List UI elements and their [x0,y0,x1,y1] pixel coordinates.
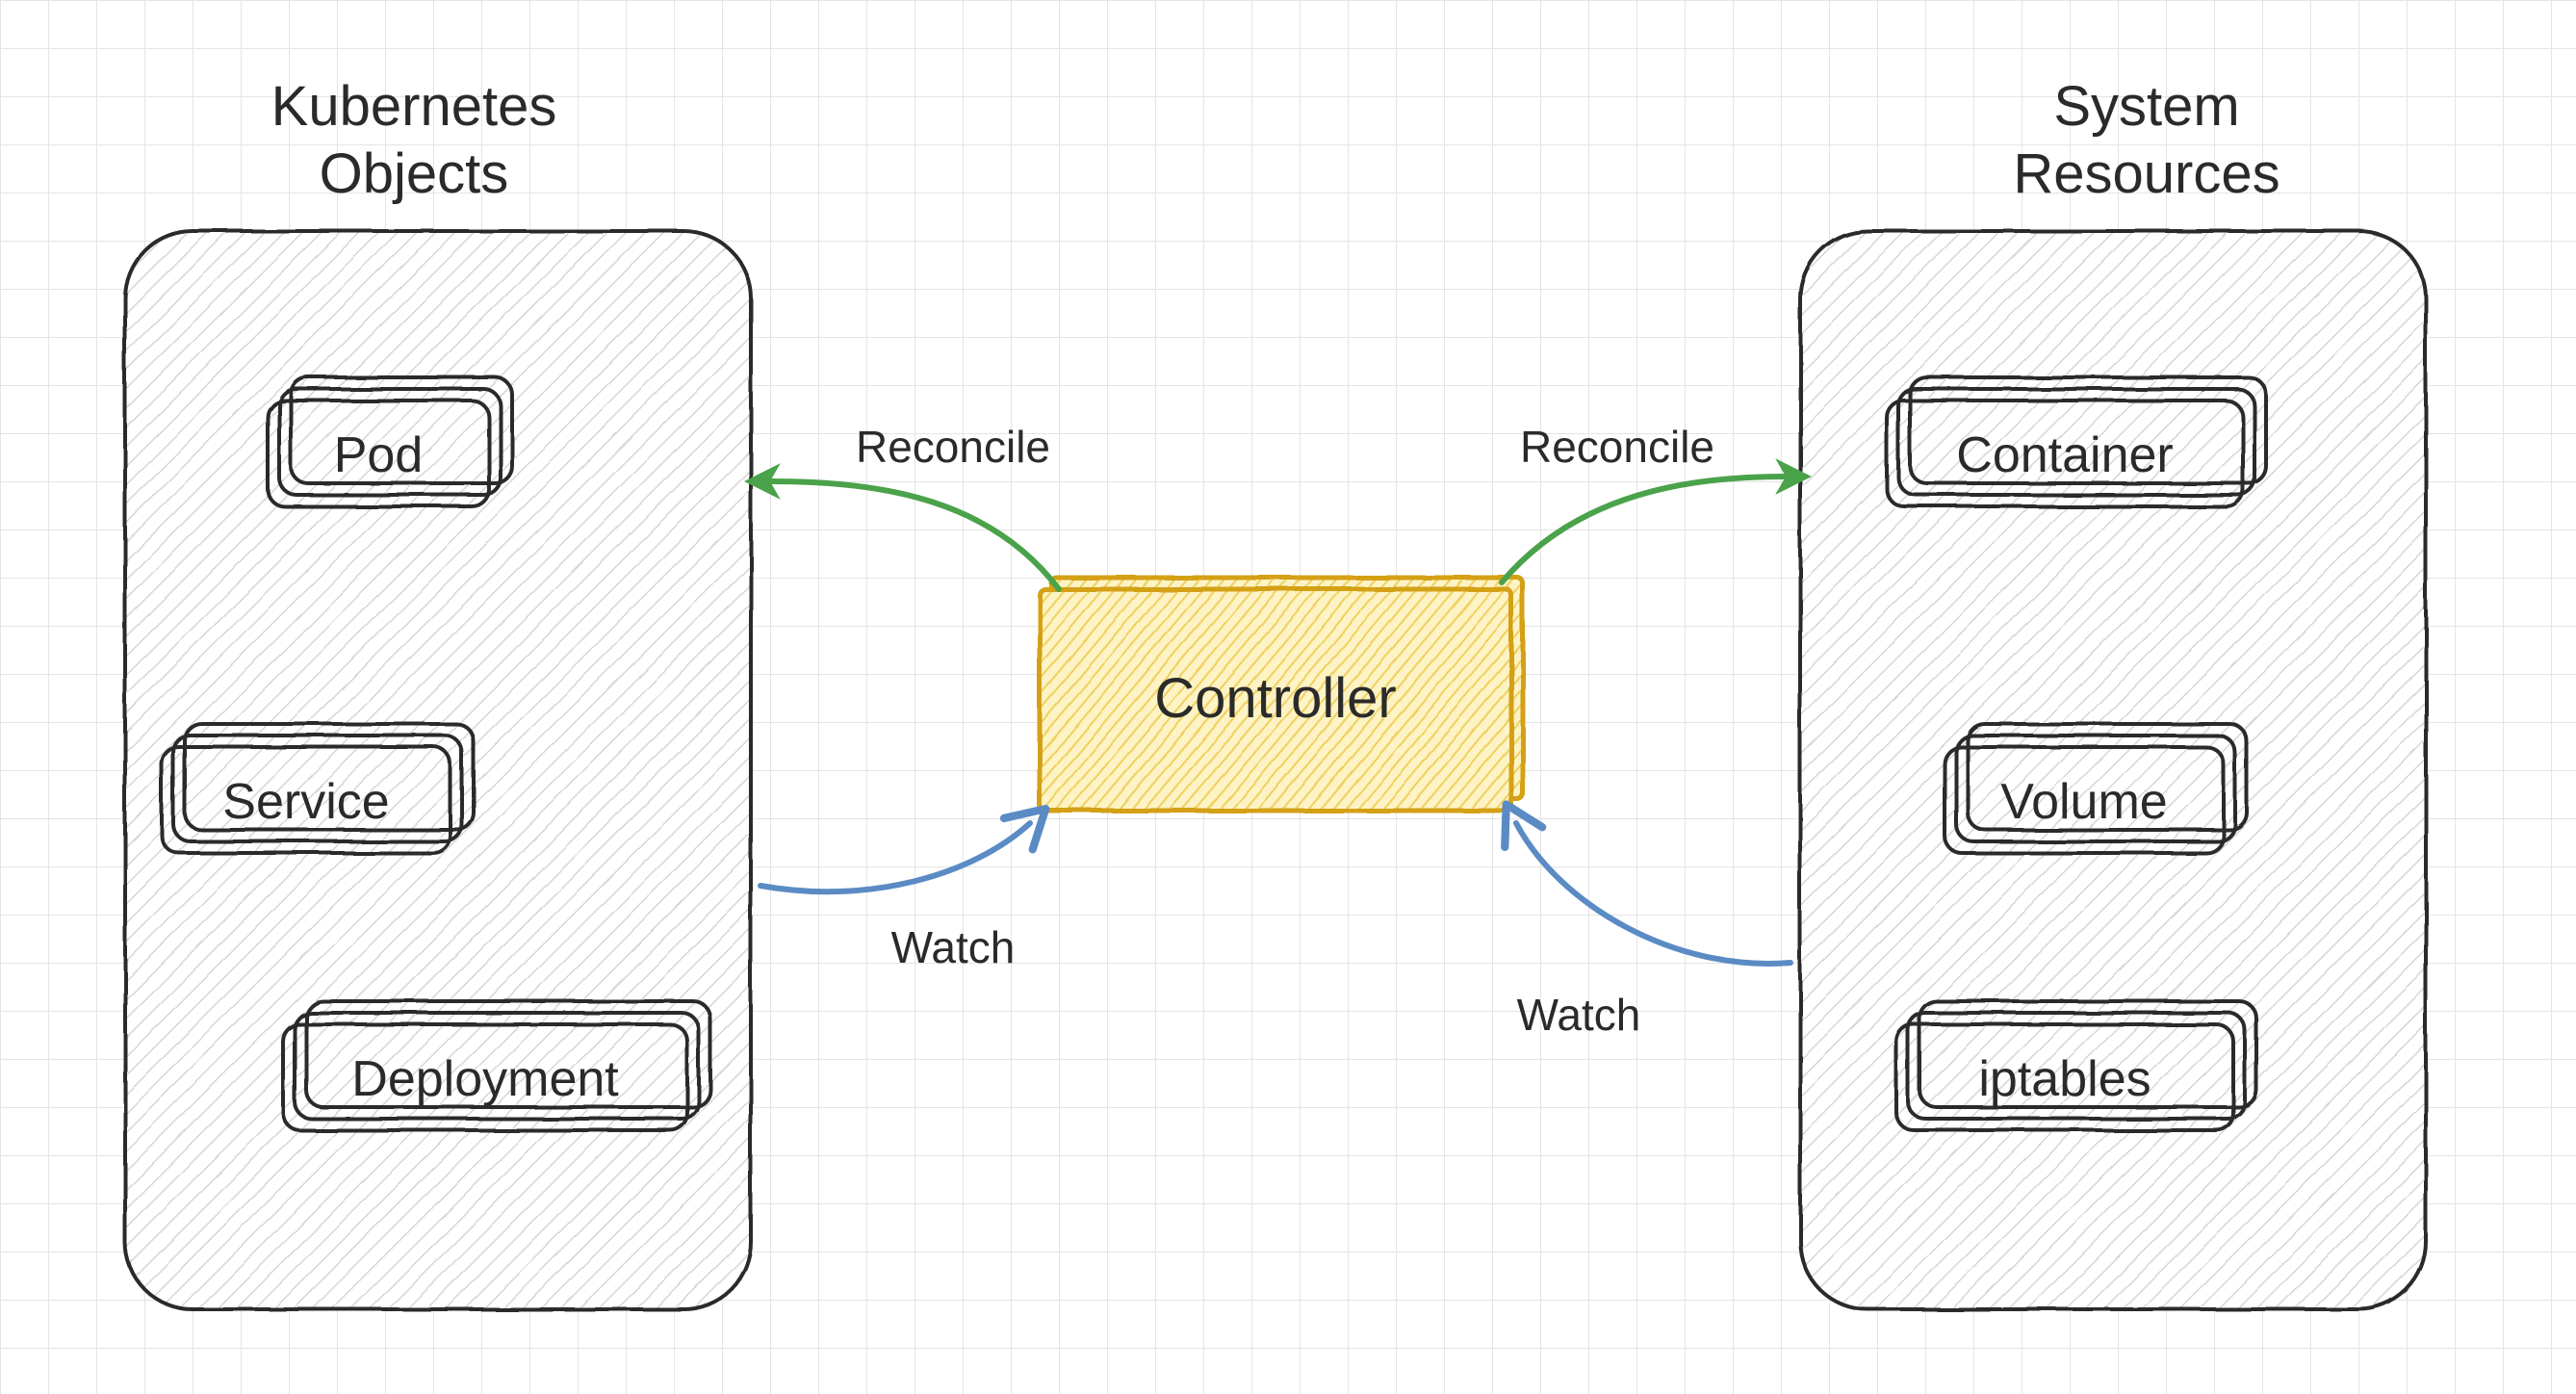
service-label: Service [222,774,389,830]
controller-label: Controller [1154,667,1396,730]
kubernetes-objects-title-2: Objects [320,142,509,205]
kubernetes-objects-title-1: Kubernetes [271,75,557,138]
deployment-label: Deployment [351,1051,619,1107]
volume-label: Volume [2000,774,2167,830]
pod-label: Pod [334,427,424,483]
system-resources-group: System Resources Container Volume iptabl… [1800,75,2426,1309]
system-resources-title-1: System [2053,75,2239,138]
controller-node: Controller [1040,578,1523,811]
iptables-label: iptables [1978,1051,2151,1107]
diagram-canvas: Kubernetes Objects Pod Service Deploymen… [0,0,2576,1394]
kubernetes-objects-group: Kubernetes Objects Pod Service Deploymen… [125,75,751,1309]
reconcile-left-label: Reconcile [856,422,1050,472]
container-label: Container [1956,427,2173,483]
watch-right-label: Watch [1517,990,1641,1040]
watch-left-label: Watch [891,922,1016,972]
reconcile-right-label: Reconcile [1520,422,1714,472]
system-resources-title-2: Resources [2013,142,2280,205]
